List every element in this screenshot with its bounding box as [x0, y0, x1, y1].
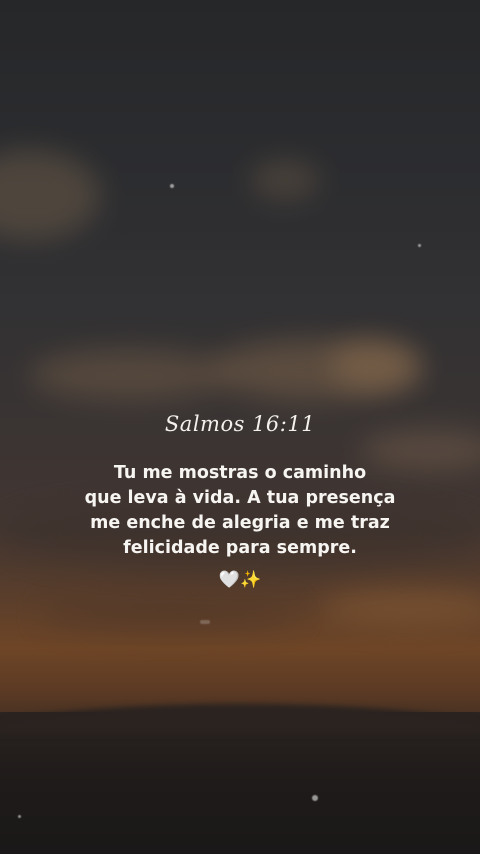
cloud — [30, 350, 230, 400]
cloud — [250, 160, 320, 200]
cloud — [330, 340, 420, 390]
light-speck — [200, 620, 210, 624]
light-speck — [18, 815, 21, 818]
verse-line: que leva à vida. A tua presença — [84, 488, 396, 508]
light-speck — [170, 184, 174, 188]
verse-line: Tu me mostras o caminho — [113, 463, 367, 483]
verse-line: felicidade para sempre. — [123, 538, 357, 558]
verse-line: me enche de alegria e me traz — [90, 513, 390, 533]
white-heart-icon: 🤍 — [218, 570, 240, 590]
verse-reference: Salmos 16:11 — [164, 412, 316, 436]
sparkles-icon: ✨ — [240, 570, 262, 590]
emoji-row: 🤍✨ — [0, 569, 480, 591]
light-speck — [418, 244, 421, 247]
cloud-band — [40, 600, 300, 630]
sky-background: Salmos 16:11 Tu me mostras o caminho que… — [0, 0, 480, 854]
hills-silhouette — [0, 712, 480, 854]
light-speck — [312, 795, 318, 801]
cloud — [0, 150, 100, 240]
verse-text: Tu me mostras o caminho que leva à vida.… — [60, 461, 420, 561]
sunset-glow — [320, 590, 480, 625]
